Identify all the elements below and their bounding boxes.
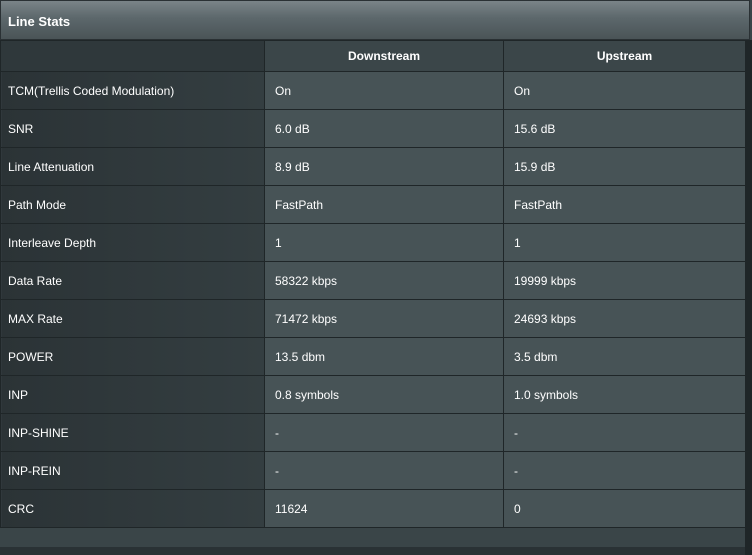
upstream-value: 0 [503, 489, 746, 528]
upstream-value: 3.5 dbm [503, 337, 746, 376]
table-row: POWER 13.5 dbm 3.5 dbm [0, 337, 746, 376]
upstream-value: - [503, 413, 746, 452]
upstream-value: 1 [503, 223, 746, 262]
row-label: INP-REIN [0, 451, 265, 490]
line-stats-panel: Line Stats Downstream Upstream TCM(Trell… [0, 0, 752, 555]
table-row: SNR 6.0 dB 15.6 dB [0, 109, 746, 148]
downstream-value: - [264, 451, 504, 490]
table-row: TCM(Trellis Coded Modulation) On On [0, 71, 746, 110]
downstream-value: 71472 kbps [264, 299, 504, 338]
panel-bottom-bar [0, 547, 745, 555]
upstream-value: - [503, 451, 746, 490]
panel-title: Line Stats [8, 14, 71, 29]
downstream-value: - [264, 413, 504, 452]
upstream-value: 15.9 dB [503, 147, 746, 186]
table-row: MAX Rate 71472 kbps 24693 kbps [0, 299, 746, 338]
table-row: Data Rate 58322 kbps 19999 kbps [0, 261, 746, 300]
row-label: CRC [0, 489, 265, 528]
upstream-value: On [503, 71, 746, 110]
downstream-value: 13.5 dbm [264, 337, 504, 376]
upstream-value: 15.6 dB [503, 109, 746, 148]
row-label: POWER [0, 337, 265, 376]
line-stats-table: Downstream Upstream TCM(Trellis Coded Mo… [0, 40, 746, 528]
panel-header: Line Stats [0, 0, 750, 40]
upstream-value: 24693 kbps [503, 299, 746, 338]
table-row: INP-REIN - - [0, 451, 746, 490]
downstream-value: 11624 [264, 489, 504, 528]
header-upstream: Upstream [503, 40, 746, 72]
upstream-value: 1.0 symbols [503, 375, 746, 414]
downstream-value: 1 [264, 223, 504, 262]
row-label: TCM(Trellis Coded Modulation) [0, 71, 265, 110]
table-row: Path Mode FastPath FastPath [0, 185, 746, 224]
row-label: Interleave Depth [0, 223, 265, 262]
table-row: CRC 11624 0 [0, 489, 746, 528]
table-header-row: Downstream Upstream [0, 40, 746, 72]
row-label: SNR [0, 109, 265, 148]
table-row: Interleave Depth 1 1 [0, 223, 746, 262]
downstream-value: 0.8 symbols [264, 375, 504, 414]
downstream-value: FastPath [264, 185, 504, 224]
row-label: Line Attenuation [0, 147, 265, 186]
row-label: MAX Rate [0, 299, 265, 338]
downstream-value: 58322 kbps [264, 261, 504, 300]
downstream-value: 8.9 dB [264, 147, 504, 186]
table-row: INP-SHINE - - [0, 413, 746, 452]
row-label: INP [0, 375, 265, 414]
upstream-value: 19999 kbps [503, 261, 746, 300]
panel-right-edge [745, 40, 752, 555]
table-row: Line Attenuation 8.9 dB 15.9 dB [0, 147, 746, 186]
header-downstream: Downstream [264, 40, 504, 72]
table-row: INP 0.8 symbols 1.0 symbols [0, 375, 746, 414]
row-label: Path Mode [0, 185, 265, 224]
row-label: Data Rate [0, 261, 265, 300]
header-corner-cell [0, 40, 265, 72]
downstream-value: 6.0 dB [264, 109, 504, 148]
downstream-value: On [264, 71, 504, 110]
row-label: INP-SHINE [0, 413, 265, 452]
upstream-value: FastPath [503, 185, 746, 224]
